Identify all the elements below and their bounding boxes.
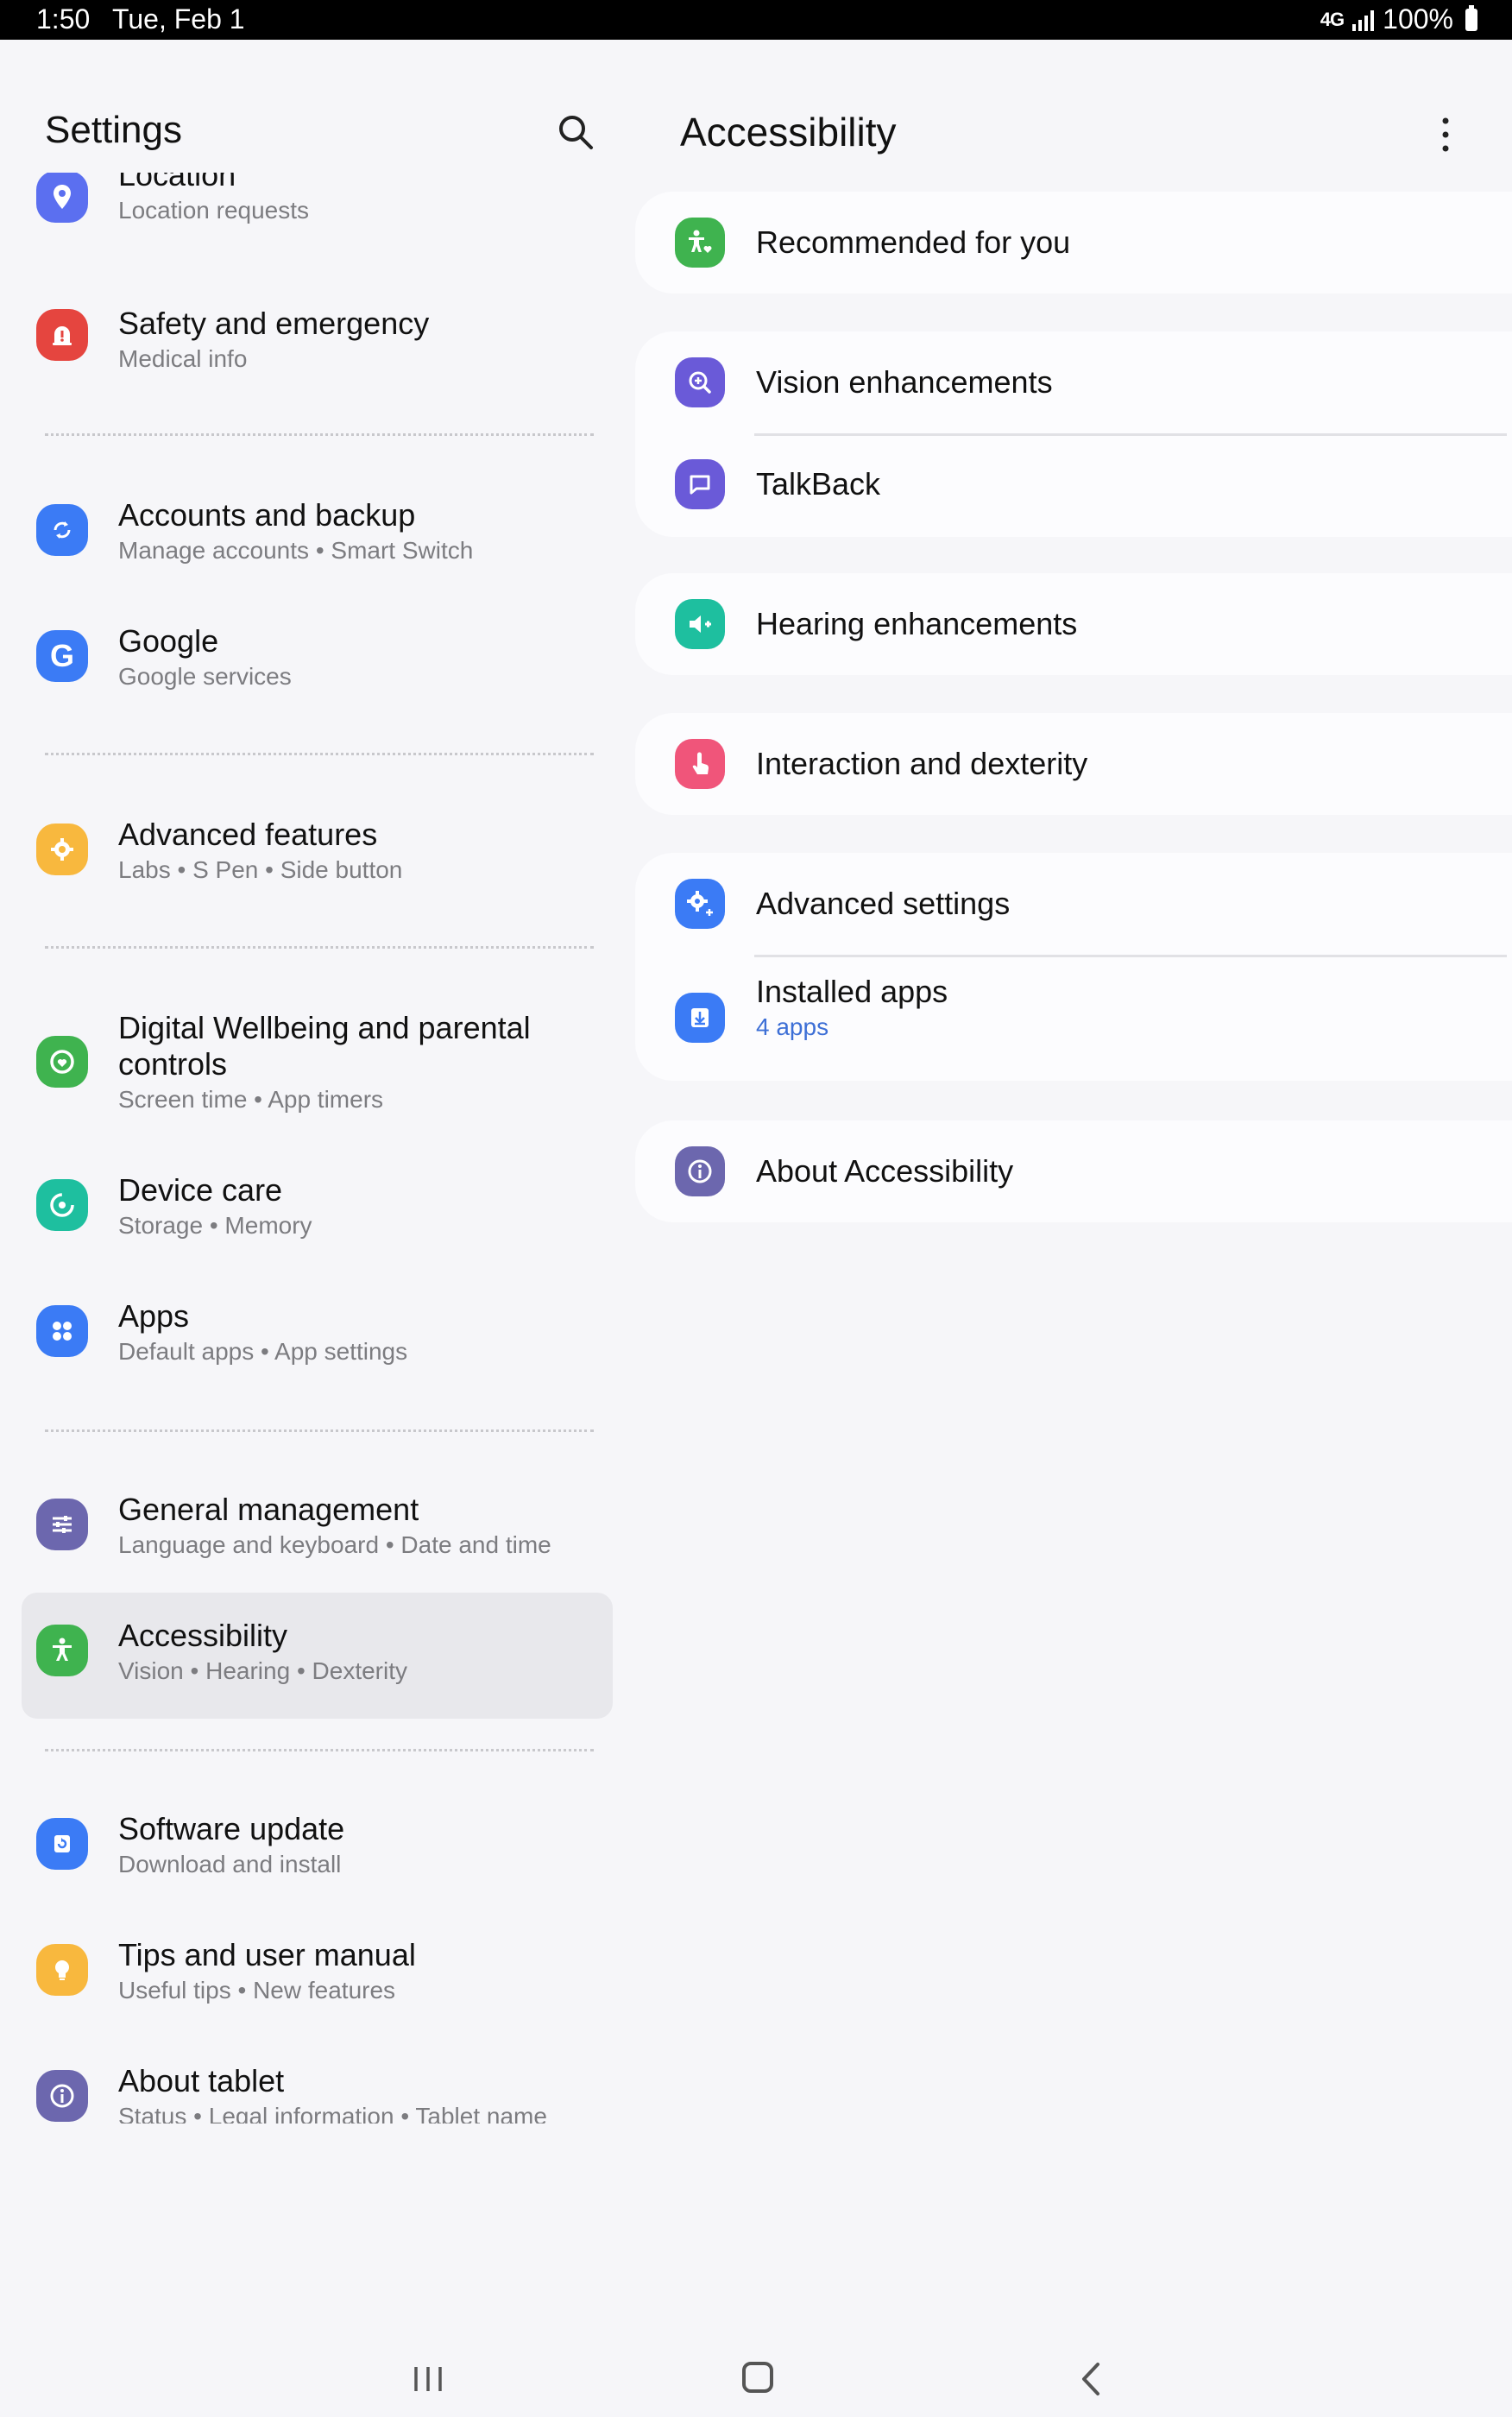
item-subtitle: Default apps • App settings: [118, 1338, 408, 1365]
item-subtitle: Screen time • App timers: [118, 1086, 384, 1113]
row-talkback[interactable]: TalkBack: [635, 435, 1512, 537]
recents-icon[interactable]: [413, 2365, 444, 2393]
download-icon: [675, 993, 725, 1043]
item-title: About tablet: [118, 2063, 285, 2098]
touch-icon: [675, 739, 725, 789]
accessibility-icon: [36, 1625, 88, 1676]
page-title: Settings: [45, 109, 182, 151]
gear-plus-icon: [675, 879, 725, 929]
section-divider: [45, 753, 594, 755]
section-divider: [45, 1749, 594, 1751]
row-advanced-settings[interactable]: Advanced settings: [635, 853, 1512, 955]
info-icon: [36, 2070, 88, 2122]
row-hearing-enhancements[interactable]: Hearing enhancements: [635, 573, 1512, 675]
search-icon[interactable]: [554, 110, 597, 154]
apps-grid-icon: [36, 1305, 88, 1357]
row-about-accessibility[interactable]: About Accessibility: [635, 1120, 1512, 1222]
section-divider: [45, 433, 594, 436]
row-title: Advanced settings: [756, 886, 1011, 921]
hearing-icon: [675, 599, 725, 649]
section-divider: [45, 946, 594, 949]
item-title: Location: [118, 173, 236, 192]
status-indicators: 4G 100%: [1320, 3, 1477, 35]
item-subtitle: Labs • S Pen • Side button: [118, 856, 403, 883]
google-icon: G: [36, 630, 88, 682]
back-icon[interactable]: [1079, 2362, 1105, 2396]
gear-plus-icon: [36, 824, 88, 875]
item-subtitle: Status • Legal information • Tablet name: [118, 2103, 547, 2124]
accessibility-heart-icon: [675, 218, 725, 268]
item-subtitle: Medical info: [118, 345, 248, 372]
card-hearing: Hearing enhancements: [635, 573, 1512, 675]
row-vision-enhancements[interactable]: Vision enhancements: [635, 331, 1512, 433]
talkback-icon: [675, 459, 725, 509]
location-pin-icon: [36, 173, 88, 223]
item-title: Safety and emergency: [118, 306, 430, 341]
item-subtitle: Download and install: [118, 1851, 342, 1877]
item-title: Accounts and backup: [118, 497, 416, 533]
wellbeing-icon: [36, 1036, 88, 1088]
network-type: 4G: [1320, 8, 1345, 30]
settings-list: Location Location requests Safety and em…: [0, 173, 621, 2124]
signal-icon: [1352, 9, 1375, 31]
item-title: Tips and user manual: [118, 1937, 416, 1972]
zoom-in-icon: [675, 357, 725, 407]
card-about: About Accessibility: [635, 1120, 1512, 1222]
home-icon[interactable]: [742, 2362, 773, 2393]
status-bar: 1:50 Tue, Feb 1 4G 100%: [0, 0, 1512, 40]
software-update-icon: [36, 1818, 88, 1870]
row-title: Recommended for you: [756, 224, 1071, 260]
row-title: Installed apps: [756, 974, 948, 1009]
item-subtitle: Manage accounts • Smart Switch: [118, 537, 474, 564]
item-title: Apps: [118, 1298, 190, 1334]
status-date: Tue, Feb 1: [112, 3, 245, 35]
item-subtitle: Vision • Hearing • Dexterity: [118, 1657, 408, 1684]
battery-percent: 100%: [1383, 3, 1453, 35]
row-title: Interaction and dexterity: [756, 746, 1088, 781]
item-title: Software update: [118, 1811, 345, 1846]
item-title: Digital Wellbeing and parental: [118, 1010, 531, 1045]
section-divider: [45, 1429, 594, 1432]
selected-highlight: [22, 1593, 613, 1719]
more-vert-icon[interactable]: [1440, 116, 1452, 154]
sync-icon: [36, 504, 88, 556]
sliders-icon: [36, 1499, 88, 1550]
item-subtitle: Google services: [118, 663, 292, 690]
row-title: About Accessibility: [756, 1153, 1014, 1189]
detail-title: Accessibility: [680, 110, 897, 155]
device-care-icon: [36, 1179, 88, 1231]
card-recommended: Recommended for you: [635, 192, 1512, 293]
item-subtitle: Useful tips • New features: [118, 1977, 396, 2004]
card-interaction: Interaction and dexterity: [635, 713, 1512, 815]
item-title: General management: [118, 1492, 419, 1527]
row-recommended-for-you[interactable]: Recommended for you: [635, 192, 1512, 293]
info-icon: [675, 1146, 725, 1196]
row-title: TalkBack: [756, 466, 881, 502]
item-title: Device care: [118, 1172, 283, 1208]
navigation-bar: [0, 2331, 1512, 2417]
status-time: 1:50: [36, 3, 91, 35]
row-subtitle: 4 apps: [756, 1013, 829, 1040]
row-interaction-dexterity[interactable]: Interaction and dexterity: [635, 713, 1512, 815]
item-title: Advanced features: [118, 817, 378, 852]
item-subtitle: Language and keyboard • Date and time: [118, 1531, 551, 1558]
card-advanced: Advanced settings Installed apps 4 apps: [635, 853, 1512, 1081]
item-title-line2: controls: [118, 1046, 228, 1082]
row-title: Vision enhancements: [756, 364, 1053, 400]
row-installed-apps[interactable]: Installed apps 4 apps: [635, 956, 1512, 1081]
emergency-icon: [36, 309, 88, 361]
item-subtitle: Location requests: [118, 197, 310, 224]
lightbulb-icon: [36, 1944, 88, 1996]
item-title: Google: [118, 623, 219, 659]
card-vision: Vision enhancements TalkBack: [635, 331, 1512, 537]
battery-icon: [1465, 4, 1477, 31]
item-title: Accessibility: [118, 1618, 288, 1653]
row-title: Hearing enhancements: [756, 606, 1078, 641]
item-subtitle: Storage • Memory: [118, 1212, 312, 1239]
